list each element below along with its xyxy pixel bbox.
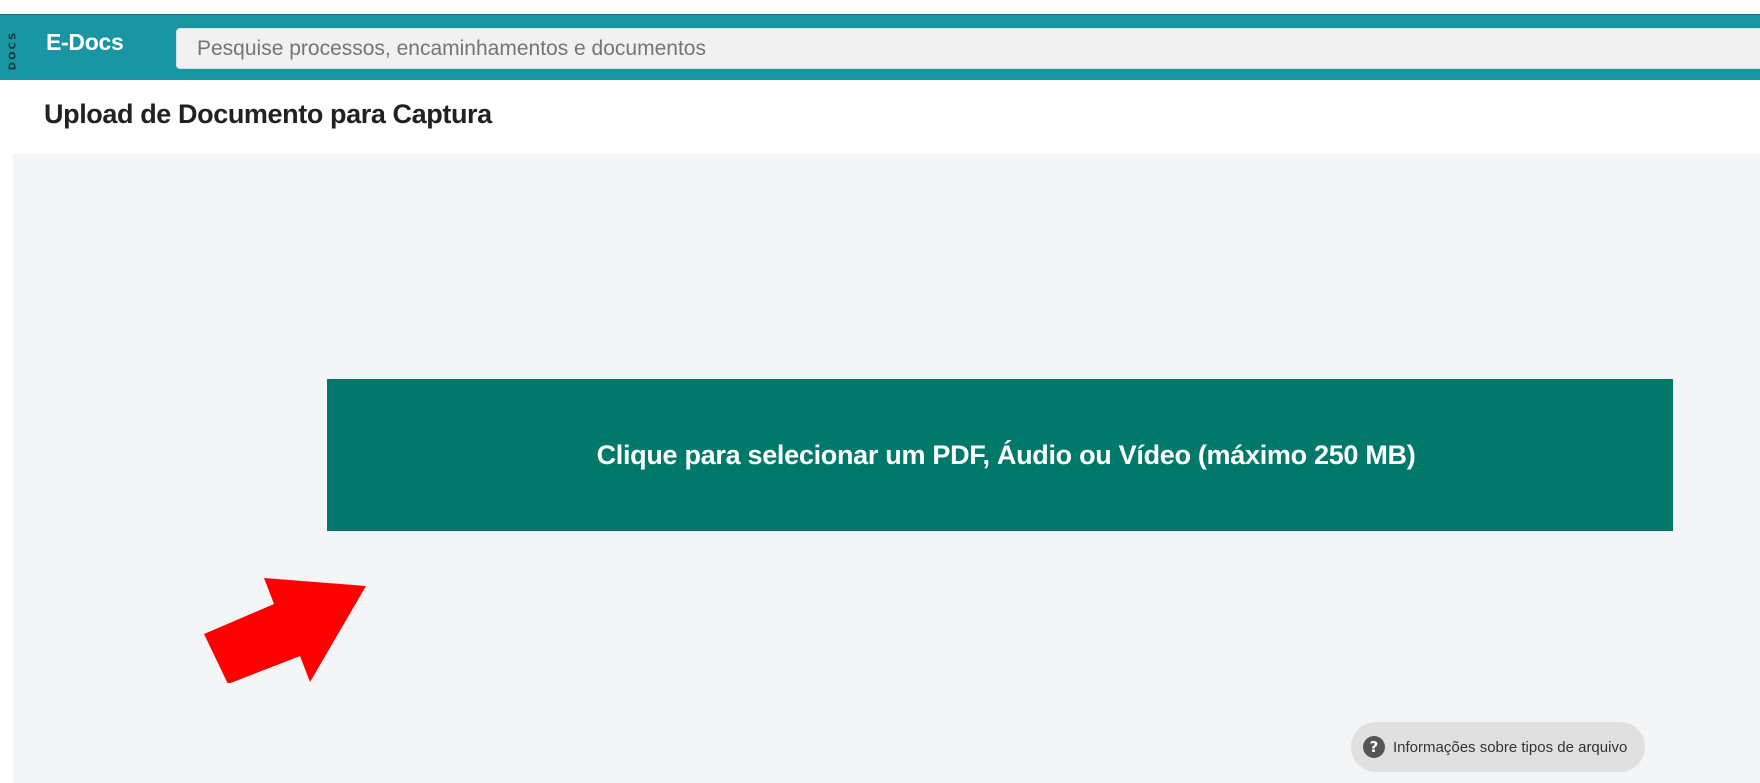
select-file-button[interactable]: Clique para selecionar um PDF, Áudio ou … — [327, 379, 1673, 531]
top-bar: DOCS E-Docs — [0, 14, 1760, 80]
docs-side-logo: DOCS — [2, 19, 24, 81]
file-types-info-label: Informações sobre tipos de arquivo — [1393, 738, 1628, 756]
page-title: Upload de Documento para Captura — [44, 99, 492, 129]
red-arrow-icon — [204, 578, 366, 683]
docs-side-label: DOCS — [7, 30, 19, 70]
file-types-info-button[interactable]: ? Informações sobre tipos de arquivo — [1351, 722, 1646, 772]
question-circle-icon: ? — [1363, 736, 1385, 758]
select-file-label: Clique para selecionar um PDF, Áudio ou … — [596, 439, 1416, 470]
app-name[interactable]: E-Docs — [46, 29, 124, 56]
arrow-shape — [204, 578, 366, 683]
search-input[interactable] — [176, 28, 1760, 69]
